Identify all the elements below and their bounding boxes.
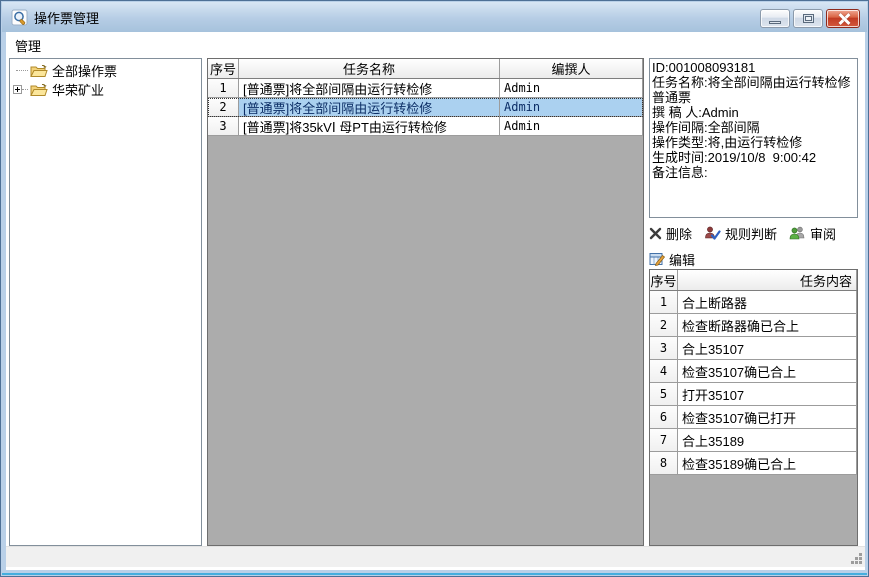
- task-table-header: 序号 任务名称 编撰人: [208, 59, 643, 79]
- table-row[interactable]: 1[普通票]将全部间隔由运行转检修Admin: [208, 79, 643, 98]
- tree-item-label: 华荣矿业: [52, 80, 104, 99]
- task-row-no: 2: [208, 98, 239, 116]
- column-header-step-content[interactable]: 任务内容: [678, 270, 857, 290]
- step-row-no: 7: [650, 429, 678, 451]
- review-button[interactable]: 审阅: [789, 224, 836, 243]
- step-row-content: 检查35107确已合上: [678, 360, 857, 382]
- step-row-content: 合上断路器: [678, 291, 857, 313]
- rule-check-label: 规则判断: [725, 224, 777, 243]
- ticket-detail-box: ID:001008093181任务名称:将全部间隔由运行转检修 普通票撰 稿 人…: [649, 58, 858, 218]
- statusbar: [6, 546, 865, 567]
- task-row-name: [普通票]将全部间隔由运行转检修: [239, 79, 500, 97]
- tree-item-label: 全部操作票: [52, 61, 117, 80]
- step-row-no: 3: [650, 337, 678, 359]
- table-row[interactable]: 1合上断路器: [650, 291, 857, 314]
- tree-connector: [22, 89, 28, 90]
- folder-icon: [30, 64, 48, 78]
- detail-line: 备注信息:: [652, 165, 855, 180]
- column-header-no[interactable]: 序号: [208, 59, 239, 78]
- detail-line: 撰 稿 人:Admin: [652, 105, 855, 120]
- folder-icon: [30, 83, 48, 97]
- detail-line: 任务名称:将全部间隔由运行转检修 普通票: [652, 75, 855, 105]
- table-row[interactable]: 4检查35107确已合上: [650, 360, 857, 383]
- menu-item-manage[interactable]: 管理: [6, 32, 50, 58]
- column-header-author[interactable]: 编撰人: [500, 59, 643, 78]
- step-row-content: 检查35189确已合上: [678, 452, 857, 474]
- review-label: 审阅: [810, 224, 836, 243]
- step-row-no: 4: [650, 360, 678, 382]
- table-row[interactable]: 3合上35107: [650, 337, 857, 360]
- step-row-content: 检查断路器确已合上: [678, 314, 857, 336]
- close-button[interactable]: [826, 9, 860, 28]
- step-row-no: 8: [650, 452, 678, 474]
- step-row-content: 打开35107: [678, 383, 857, 405]
- step-row-no: 5: [650, 383, 678, 405]
- step-row-no: 2: [650, 314, 678, 336]
- table-row[interactable]: 8检查35189确已合上: [650, 452, 857, 475]
- task-row-author: Admin: [500, 79, 643, 97]
- task-table: 序号 任务名称 编撰人 1[普通票]将全部间隔由运行转检修Admin2[普通票]…: [207, 58, 644, 546]
- table-row[interactable]: 7合上35189: [650, 429, 857, 452]
- rule-check-button[interactable]: 规则判断: [704, 224, 777, 243]
- x-icon: [649, 227, 662, 240]
- task-row-name: [普通票]将全部间隔由运行转检修: [239, 98, 500, 116]
- doc-magnifier-icon: [11, 9, 28, 26]
- delete-button[interactable]: 删除: [649, 224, 692, 243]
- maximize-icon: [803, 14, 814, 23]
- task-row-name: [普通票]将35kVⅠ 母PT由运行转检修: [239, 117, 500, 135]
- table-row[interactable]: 2[普通票]将全部间隔由运行转检修Admin: [208, 98, 643, 117]
- ticket-tree: 全部操作票华荣矿业: [9, 58, 202, 546]
- task-row-author: Admin: [500, 98, 643, 116]
- table-row[interactable]: 6检查35107确已打开: [650, 406, 857, 429]
- step-row-content: 合上35107: [678, 337, 857, 359]
- menubar: 管理: [6, 32, 865, 55]
- person-check-icon: [704, 226, 721, 240]
- detail-line: 生成时间:2019/10/8 9:00:42: [652, 150, 855, 165]
- column-header-step-no[interactable]: 序号: [650, 270, 678, 290]
- steps-table-header: 序号 任务内容: [650, 270, 857, 291]
- detail-line: ID:001008093181: [652, 60, 855, 75]
- expand-icon[interactable]: [13, 85, 22, 94]
- tree-connector: [16, 70, 28, 71]
- step-row-no: 1: [650, 291, 678, 313]
- window-bottom-edge: [2, 573, 867, 575]
- task-row-no: 1: [208, 79, 239, 97]
- toolbar-row1: 删除 规则判断 审阅: [649, 222, 863, 244]
- window-title: 操作票管理: [34, 8, 99, 27]
- tree-item[interactable]: 全部操作票: [10, 61, 201, 80]
- app-window: 操作票管理 管理 全部操作票华荣矿业 序号 任务名称 编撰人 1[普通票]将全部…: [0, 0, 869, 577]
- close-icon: [837, 13, 850, 24]
- step-row-content: 检查35107确已打开: [678, 406, 857, 428]
- steps-table: 序号 任务内容 1合上断路器2检查断路器确已合上3合上351074检查35107…: [649, 269, 858, 546]
- titlebar: 操作票管理: [2, 2, 867, 32]
- column-header-task-name[interactable]: 任务名称: [239, 59, 500, 78]
- minimize-icon: [769, 21, 781, 24]
- edit-button[interactable]: 编辑: [649, 250, 695, 269]
- detail-line: 操作间隔:全部间隔: [652, 120, 855, 135]
- client-area: 管理 全部操作票华荣矿业 序号 任务名称 编撰人 1[普通票]将全部间隔由运行转…: [6, 32, 865, 570]
- table-pencil-icon: [649, 252, 665, 266]
- step-row-content: 合上35189: [678, 429, 857, 451]
- resize-grip[interactable]: [849, 551, 863, 565]
- table-row[interactable]: 5打开35107: [650, 383, 857, 406]
- edit-label: 编辑: [669, 250, 695, 269]
- step-row-no: 6: [650, 406, 678, 428]
- task-row-no: 3: [208, 117, 239, 135]
- maximize-button[interactable]: [793, 9, 823, 28]
- task-row-author: Admin: [500, 117, 643, 135]
- people-icon: [789, 226, 806, 240]
- minimize-button[interactable]: [760, 9, 790, 28]
- table-row[interactable]: 2检查断路器确已合上: [650, 314, 857, 337]
- toolbar-row2: 编辑: [649, 248, 863, 270]
- table-row[interactable]: 3[普通票]将35kVⅠ 母PT由运行转检修Admin: [208, 117, 643, 136]
- tree-item[interactable]: 华荣矿业: [10, 80, 201, 99]
- detail-line: 操作类型:将,由运行转检修: [652, 135, 855, 150]
- delete-label: 删除: [666, 224, 692, 243]
